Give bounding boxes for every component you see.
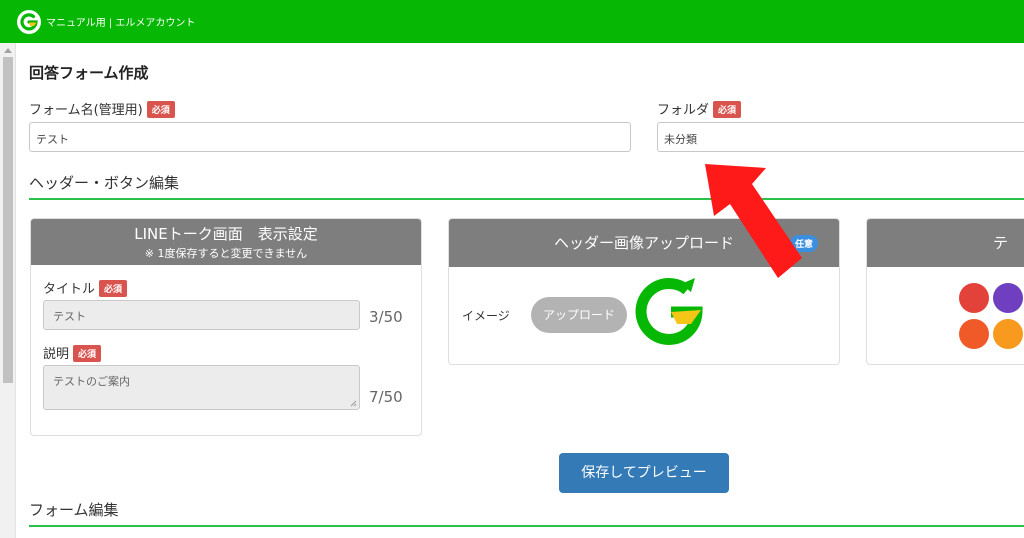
vertical-scrollbar[interactable] <box>0 43 16 538</box>
resize-handle-icon[interactable] <box>350 400 357 407</box>
color-swatch-red[interactable] <box>959 283 989 313</box>
account-title[interactable]: マニュアル用 | エルメアカウント <box>46 14 195 29</box>
scroll-thumb[interactable] <box>3 57 13 383</box>
section-divider <box>29 198 1024 200</box>
form-name-label: フォーム名(管理用) 必須 <box>29 99 175 118</box>
folder-select[interactable]: 未分類 <box>657 122 1024 152</box>
theme-card-header: テ <box>867 219 1024 267</box>
theme-card: テ <box>866 218 1024 365</box>
title-input[interactable]: テスト <box>43 300 360 330</box>
top-bar: マニュアル用 | エルメアカウント <box>0 0 1024 43</box>
folder-label: フォルダ 必須 <box>657 99 742 118</box>
page-title: 回答フォーム作成 <box>29 64 149 82</box>
line-card-title: LINEトーク画面 表示設定 <box>134 225 318 243</box>
save-preview-button[interactable]: 保存してプレビュー <box>559 453 729 493</box>
required-badge: 必須 <box>713 101 742 118</box>
section-divider <box>29 525 1024 527</box>
annotation-arrow-icon <box>705 164 802 278</box>
title-char-count: 3/50 <box>369 308 403 326</box>
color-swatch-orange[interactable] <box>959 319 989 349</box>
description-textarea[interactable]: テストのご案内 <box>43 365 360 410</box>
section-title-form-edit: フォーム編集 <box>29 501 119 519</box>
description-label: 説明 必須 <box>43 343 102 362</box>
line-card-header: LINEトーク画面 表示設定 ※ 1度保存すると変更できません <box>31 219 421 265</box>
color-swatch-amber[interactable] <box>993 319 1023 349</box>
upload-button[interactable]: アップロード <box>531 297 627 333</box>
description-char-count: 7/50 <box>369 388 403 406</box>
line-card-note: ※ 1度保存すると変更できません <box>144 247 308 260</box>
line-display-card: LINEトーク画面 表示設定 ※ 1度保存すると変更できません タイトル 必須 テ… <box>30 218 422 436</box>
required-badge: 必須 <box>73 345 102 362</box>
theme-card-title: テ <box>993 234 1009 252</box>
section-title-header-button: ヘッダー・ボタン編集 <box>29 174 180 192</box>
scroll-up-icon[interactable] <box>4 48 12 53</box>
image-label: イメージ <box>462 309 510 323</box>
color-swatch-purple[interactable] <box>993 283 1023 313</box>
form-name-input[interactable]: テスト <box>29 122 631 152</box>
required-badge: 必須 <box>99 280 128 297</box>
app-logo-icon[interactable] <box>17 10 41 34</box>
title-label: タイトル 必須 <box>43 278 128 297</box>
required-badge: 必須 <box>146 101 175 118</box>
